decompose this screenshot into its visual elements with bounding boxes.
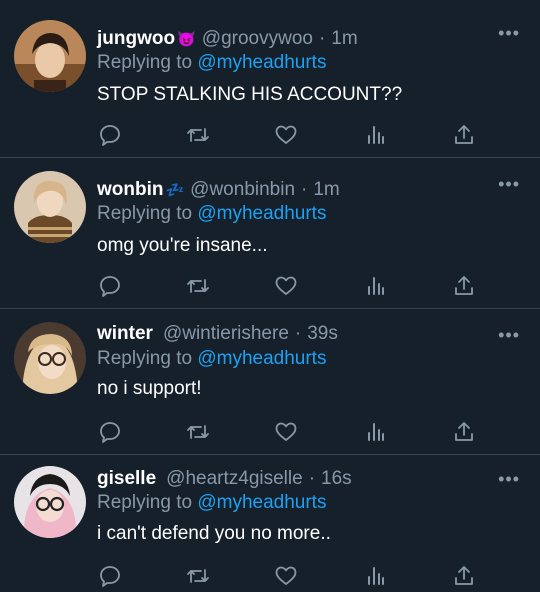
more-icon[interactable]: ••• <box>498 470 520 488</box>
reply-item[interactable]: jungwoo 😈 @groovywoo · 1m ••• Replying t… <box>0 0 540 158</box>
replying-to-label: Replying to <box>97 52 193 73</box>
reply-icon[interactable] <box>97 274 123 298</box>
user-handle[interactable]: @heartz4giselle <box>166 468 303 490</box>
reply-text: STOP STALKING HIS ACCOUNT?? <box>97 84 403 105</box>
timestamp[interactable]: 1m <box>313 179 339 201</box>
user-handle[interactable]: @wonbinbin <box>190 179 295 201</box>
replying-to-mention[interactable]: @myheadhurts <box>197 492 326 513</box>
user-handle[interactable]: @groovywoo <box>202 28 313 50</box>
share-icon[interactable] <box>451 274 477 298</box>
action-bar <box>97 564 477 588</box>
analytics-icon[interactable] <box>363 420 389 444</box>
replying-to-mention[interactable]: @myheadhurts <box>197 203 326 224</box>
display-name[interactable]: winter <box>97 323 153 345</box>
action-bar <box>97 123 477 147</box>
reply-item[interactable]: giselle @heartz4giselle · 16s ••• Replyi… <box>0 456 540 592</box>
timestamp[interactable]: 39s <box>307 323 338 345</box>
separator-dot: · <box>301 179 308 200</box>
heart-icon[interactable] <box>273 274 299 298</box>
avatar[interactable] <box>14 466 86 538</box>
heart-icon[interactable] <box>273 564 299 588</box>
retweet-icon[interactable] <box>185 274 211 298</box>
share-icon[interactable] <box>451 123 477 147</box>
reply-item[interactable]: winter @wintierishere · 39s ••• Replying… <box>0 310 540 455</box>
separator-dot: · <box>318 28 326 49</box>
analytics-icon[interactable] <box>363 123 389 147</box>
name-emoji: 😈 <box>177 31 196 48</box>
replying-to-line: Replying to @myheadhurts <box>97 52 326 74</box>
replying-to-label: Replying to <box>97 492 193 513</box>
retweet-icon[interactable] <box>185 420 211 444</box>
replying-to-label: Replying to <box>97 203 193 224</box>
timestamp[interactable]: 1m <box>331 28 357 50</box>
replying-to-mention[interactable]: @myheadhurts <box>197 348 326 369</box>
replying-to-mention[interactable]: @myheadhurts <box>197 52 326 73</box>
replying-to-line: Replying to @myheadhurts <box>97 348 326 370</box>
replying-to-label: Replying to <box>97 348 193 369</box>
avatar[interactable] <box>14 20 86 92</box>
reply-header: jungwoo 😈 @groovywoo · 1m <box>97 27 358 51</box>
reply-text: i can't defend you no more.. <box>97 523 331 544</box>
more-icon[interactable]: ••• <box>498 175 520 193</box>
reply-item[interactable]: wonbin 💤 @wonbinbin · 1m ••• Replying to… <box>0 159 540 309</box>
replying-to-line: Replying to @myheadhurts <box>97 492 326 514</box>
more-icon[interactable]: ••• <box>498 326 520 344</box>
name-emoji: 💤 <box>165 182 185 199</box>
heart-icon[interactable] <box>273 123 299 147</box>
reply-text: omg you're insane... <box>97 235 268 256</box>
avatar[interactable] <box>14 171 86 243</box>
action-bar <box>97 274 477 298</box>
display-name[interactable]: jungwoo <box>97 28 175 50</box>
avatar[interactable] <box>14 322 86 394</box>
user-handle[interactable]: @wintierishere <box>163 323 289 345</box>
analytics-icon[interactable] <box>363 564 389 588</box>
analytics-icon[interactable] <box>363 274 389 298</box>
retweet-icon[interactable] <box>185 123 211 147</box>
separator-dot: · <box>308 468 316 489</box>
reply-text: no i support! <box>97 378 202 399</box>
reply-header: winter @wintierishere · 39s <box>97 322 338 346</box>
display-name[interactable]: wonbin <box>97 179 163 201</box>
reply-header: giselle @heartz4giselle · 16s <box>97 467 352 491</box>
more-icon[interactable]: ••• <box>498 24 520 42</box>
separator-dot: · <box>294 323 302 344</box>
replying-to-line: Replying to @myheadhurts <box>97 203 326 225</box>
timestamp[interactable]: 16s <box>321 468 352 490</box>
display-name[interactable]: giselle <box>97 468 156 490</box>
reply-icon[interactable] <box>97 420 123 444</box>
action-bar <box>97 420 477 444</box>
share-icon[interactable] <box>451 564 477 588</box>
heart-icon[interactable] <box>273 420 299 444</box>
reply-icon[interactable] <box>97 123 123 147</box>
share-icon[interactable] <box>451 420 477 444</box>
reply-header: wonbin 💤 @wonbinbin · 1m <box>97 178 340 202</box>
retweet-icon[interactable] <box>185 564 211 588</box>
reply-icon[interactable] <box>97 564 123 588</box>
